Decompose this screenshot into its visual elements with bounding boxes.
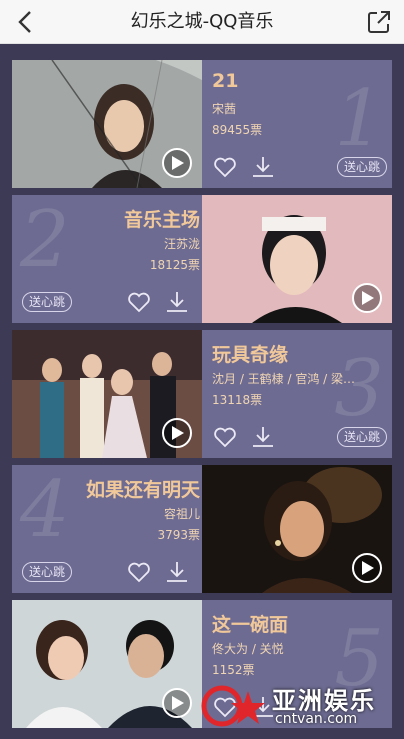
play-button[interactable] (352, 553, 382, 583)
song-card[interactable]: 3 玩具奇缘 沈月 / 王鹤棣 / 官鸿 / 梁… 13118票 送心跳 (12, 330, 392, 458)
cover-photo[interactable] (12, 600, 202, 728)
song-list: 1 21 宋茜 89455票 送心跳 2 音乐主场 汪苏泷 18125票 送心跳… (0, 44, 404, 739)
song-card[interactable]: 4 如果还有明天 容祖儿 3793票 送心跳 (12, 465, 392, 593)
singer-name: 汪苏泷 (163, 237, 200, 251)
download-icon[interactable] (164, 559, 190, 585)
vote-count: 1152票 (212, 663, 255, 677)
share-icon[interactable] (366, 9, 392, 35)
top-bar: 幻乐之城-QQ音乐 (0, 0, 404, 44)
page-title: 幻乐之城-QQ音乐 (130, 11, 274, 32)
card-actions: 送心跳 (22, 559, 194, 585)
play-button[interactable] (352, 283, 382, 313)
singer-name: 佟大为 / 关悦 (212, 642, 284, 656)
singer-name: 沈月 / 王鹤棣 / 官鸿 / 梁… (212, 372, 356, 386)
play-button[interactable] (162, 688, 192, 718)
song-title: 21 (212, 70, 239, 92)
play-icon (362, 291, 374, 305)
heart-icon[interactable] (126, 559, 152, 585)
send-heartbeat-button[interactable]: 送心跳 (336, 157, 387, 177)
song-title: 玩具奇缘 (212, 344, 289, 366)
card-actions: 送心跳 (212, 424, 387, 450)
site-watermark: 亚洲娱乐 cntvan.com (200, 681, 386, 731)
singer-name: 宋茜 (212, 102, 237, 116)
song-card[interactable]: 2 音乐主场 汪苏泷 18125票 送心跳 (12, 195, 392, 323)
play-button[interactable] (162, 148, 192, 178)
heart-icon[interactable] (212, 154, 238, 180)
send-heartbeat-button[interactable]: 送心跳 (336, 427, 387, 447)
vote-count: 18125票 (149, 258, 200, 272)
play-icon (172, 696, 184, 710)
cover-photo[interactable] (12, 330, 202, 458)
play-icon (172, 426, 184, 440)
play-icon (362, 561, 374, 575)
play-icon (172, 156, 184, 170)
back-arrow-icon[interactable] (12, 8, 40, 36)
play-button[interactable] (162, 418, 192, 448)
download-icon[interactable] (164, 289, 190, 315)
watermark-url: cntvan.com (275, 711, 358, 727)
vote-count: 3793票 (157, 528, 200, 542)
cover-photo[interactable] (202, 195, 392, 323)
song-card[interactable]: 1 21 宋茜 89455票 送心跳 (12, 60, 392, 188)
send-heartbeat-button[interactable]: 送心跳 (22, 292, 73, 312)
send-heartbeat-button[interactable]: 送心跳 (22, 562, 73, 582)
watermark-logo-icon (201, 685, 265, 727)
vote-count: 89455票 (212, 123, 263, 137)
download-icon[interactable] (250, 424, 276, 450)
download-icon[interactable] (250, 154, 276, 180)
cover-photo[interactable] (202, 465, 392, 593)
singer-name: 容祖儿 (163, 507, 200, 521)
heart-icon[interactable] (212, 424, 238, 450)
card-actions: 送心跳 (212, 154, 387, 180)
card-actions: 送心跳 (22, 289, 194, 315)
cover-photo[interactable] (12, 60, 202, 188)
heart-icon[interactable] (126, 289, 152, 315)
song-title: 这一碗面 (212, 614, 289, 636)
song-title: 如果还有明天 (85, 479, 200, 501)
song-title: 音乐主场 (123, 209, 200, 231)
vote-count: 13118票 (212, 393, 263, 407)
